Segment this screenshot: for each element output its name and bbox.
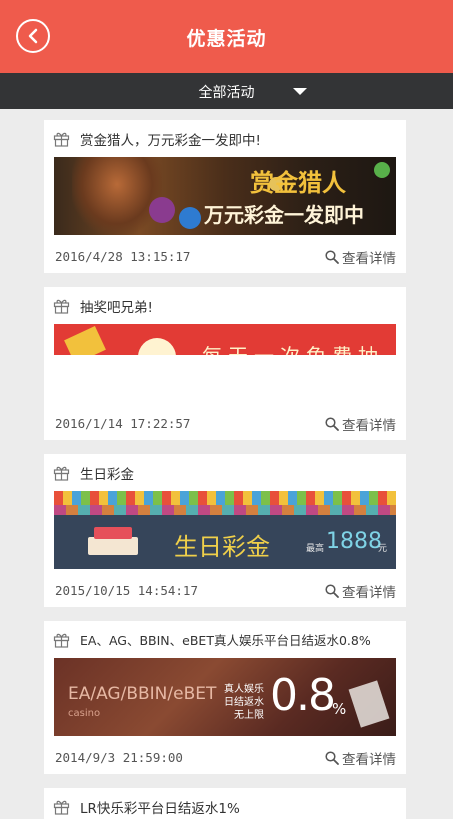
view-details-label: 查看详情 — [342, 251, 396, 267]
promo-card[interactable]: LR快乐彩平台日结返水1% — [44, 788, 406, 819]
banner-amount: 1888 — [326, 529, 382, 554]
banner-subline: 万元彩金一发即中 — [204, 203, 364, 227]
promo-banner[interactable]: 赏金猎人 万元彩金一发即中 — [54, 157, 396, 235]
header: 优惠活动 — [0, 0, 453, 73]
promo-title: 生日彩金 — [80, 467, 134, 483]
promo-title: LR快乐彩平台日结返水1% — [80, 801, 240, 817]
promo-card[interactable]: 生日彩金 生日彩金 最高 1888 元 2015/10/15 14:54:17 … — [44, 454, 406, 607]
search-icon — [325, 417, 339, 431]
promo-card[interactable]: EA、AG、BBIN、eBET真人娱乐平台日结返水0.8% EA/AG/BBIN… — [44, 621, 406, 774]
promo-date: 2016/1/14 17:22:57 — [55, 416, 191, 431]
banner-line3: 无上限 — [234, 710, 264, 721]
promo-banner[interactable]: 每天一次免费抽奖 — [54, 324, 396, 355]
banner-headline: 每天一次免费抽奖 — [202, 340, 396, 355]
view-details-label: 查看详情 — [342, 585, 396, 601]
promo-title: 赏金猎人，万元彩金一发即中! — [80, 133, 261, 149]
gift-icon — [53, 132, 70, 147]
filter-label: 全部活动 — [198, 85, 255, 101]
banner-casino: casino — [68, 708, 101, 719]
promo-date: 2015/10/15 14:54:17 — [55, 583, 198, 598]
promo-title: EA、AG、BBIN、eBET真人娱乐平台日结返水0.8% — [80, 633, 371, 648]
gift-icon — [53, 299, 70, 314]
view-details-link[interactable]: 查看详情 — [325, 247, 396, 267]
gift-icon — [53, 633, 70, 648]
gift-icon — [53, 466, 70, 481]
promo-card[interactable]: 赏金猎人，万元彩金一发即中! 赏金猎人 万元彩金一发即中 2016/4/28 1… — [44, 120, 406, 273]
view-details-link[interactable]: 查看详情 — [325, 581, 396, 601]
caret-down-icon — [293, 88, 307, 95]
banner-percent: 0.8 — [270, 670, 336, 721]
view-details-label: 查看详情 — [342, 418, 396, 434]
promo-card[interactable]: 抽奖吧兄弟! 每天一次免费抽奖 2016/1/14 17:22:57 查看详情 — [44, 287, 406, 440]
search-icon — [325, 751, 339, 765]
percent-sign: % — [332, 700, 347, 718]
page-title: 优惠活动 — [186, 28, 267, 50]
search-icon — [325, 250, 339, 264]
banner-unit: 元 — [378, 544, 388, 554]
view-details-link[interactable]: 查看详情 — [325, 748, 396, 768]
view-details-label: 查看详情 — [342, 752, 396, 768]
promo-title: 抽奖吧兄弟! — [80, 300, 153, 316]
filter-dropdown[interactable]: 全部活动 — [0, 73, 453, 109]
banner-headline: 生日彩金 — [174, 533, 270, 561]
promo-banner[interactable]: 生日彩金 最高 1888 元 — [54, 491, 396, 569]
search-icon — [325, 584, 339, 598]
promo-date: 2016/4/28 13:15:17 — [55, 249, 191, 264]
banner-prefix: 最高 — [306, 544, 325, 554]
view-details-link[interactable]: 查看详情 — [325, 414, 396, 434]
promo-banner[interactable]: EA/AG/BBIN/eBET casino 真人娱乐 日结返水 无上限 0.8… — [54, 658, 396, 736]
promo-date: 2014/9/3 21:59:00 — [55, 750, 183, 765]
banner-headline: 赏金猎人 — [250, 169, 346, 197]
gift-icon — [53, 800, 70, 815]
banner-platforms: EA/AG/BBIN/eBET — [68, 684, 217, 704]
